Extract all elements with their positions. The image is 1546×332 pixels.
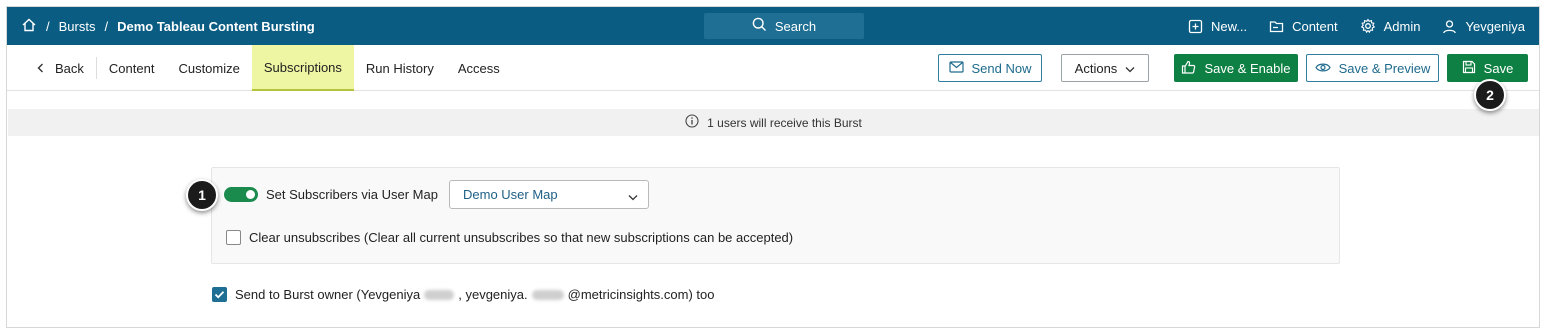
save-enable-label: Save & Enable [1204,60,1291,76]
chevron-down-icon [628,189,638,204]
owner-label-prefix: Send to Burst owner (Yevgeniya [235,287,421,302]
new-menu-label: New... [1210,18,1248,34]
redacted-surname [424,289,455,300]
top-navigation-bar: / Bursts / Demo Tableau Content Bursting… [7,7,1539,45]
floppy-disk-icon [1462,60,1476,77]
app-window: / Bursts / Demo Tableau Content Bursting… [6,6,1540,328]
breadcrumb-bursts[interactable]: Bursts [59,19,96,34]
chevron-left-icon [37,61,45,76]
user-map-select[interactable]: Demo User Map [449,180,649,209]
search-label: Search [774,18,817,34]
actions-dropdown[interactable]: Actions [1061,54,1149,82]
content-menu-label: Content [1292,18,1338,34]
send-now-button[interactable]: Send Now [938,54,1042,82]
checkmark-icon [214,291,225,299]
usermap-toggle[interactable] [224,187,258,202]
eye-icon [1314,61,1331,76]
owner-label-middle: , yevgeniya. [458,287,528,302]
breadcrumb-current: Demo Tableau Content Bursting [117,18,315,34]
tab-customize[interactable]: Customize [166,45,251,91]
tab-bar: Back Content Customize Subscriptions Run… [7,45,1539,91]
owner-label-suffix: @metricinsights.com) too [567,287,715,302]
search-box[interactable]: Search [704,13,864,39]
breadcrumb-separator: / [104,18,109,34]
send-to-owner-checkbox[interactable] [212,287,227,302]
info-text: 1 users will receive this Burst [707,115,862,130]
breadcrumb: / Bursts / Demo Tableau Content Bursting [21,7,315,45]
admin-menu[interactable]: Admin [1360,18,1421,34]
recipients-info-banner: 1 users will receive this Burst [8,109,1539,136]
breadcrumb-separator: / [46,18,50,34]
tab-access[interactable]: Access [446,45,512,91]
clear-unsubscribes-checkbox[interactable] [226,230,241,245]
callout-badge-2: 2 [1474,79,1506,111]
save-label: Save [1483,60,1514,76]
redacted-email-part [531,289,564,300]
save-enable-button[interactable]: Save & Enable [1174,54,1298,82]
chevron-down-icon [1125,61,1135,76]
info-icon [685,114,699,131]
clear-unsubscribes-label: Clear unsubscribes (Clear all current un… [249,230,794,245]
plus-square-icon [1188,19,1203,34]
back-label: Back [55,60,84,76]
content-menu[interactable]: Content [1269,19,1338,34]
send-to-owner-label: Send to Burst owner (Yevgeniya , yevgeni… [235,287,714,302]
thumbs-up-icon [1181,60,1196,77]
send-now-label: Send Now [971,60,1032,76]
admin-menu-label: Admin [1383,18,1421,34]
folder-icon [1269,19,1284,34]
user-map-selected-value: Demo User Map [463,187,558,202]
callout-badge-1: 1 [186,179,218,211]
gear-icon [1360,18,1376,34]
tab-subscriptions[interactable]: Subscriptions [251,45,354,91]
subscribers-panel: Set Subscribers via User Map Demo User M… [211,167,1340,264]
user-menu-label: Yevgeniya [1465,18,1525,34]
tab-content[interactable]: Content [97,45,167,91]
back-link[interactable]: Back [29,57,97,79]
tab-run-history[interactable]: Run History [354,45,446,91]
home-icon[interactable] [21,17,37,36]
actions-label: Actions [1074,60,1118,76]
save-button[interactable]: Save [1447,54,1528,82]
user-menu[interactable]: Yevgeniya [1442,19,1525,34]
search-icon [752,17,767,35]
envelope-icon [948,60,964,76]
new-menu[interactable]: New... [1188,19,1247,34]
save-preview-button[interactable]: Save & Preview [1306,54,1439,82]
usermap-toggle-label: Set Subscribers via User Map [266,187,438,202]
user-icon [1442,19,1457,34]
save-preview-label: Save & Preview [1338,60,1431,76]
toggle-knob [246,190,255,199]
